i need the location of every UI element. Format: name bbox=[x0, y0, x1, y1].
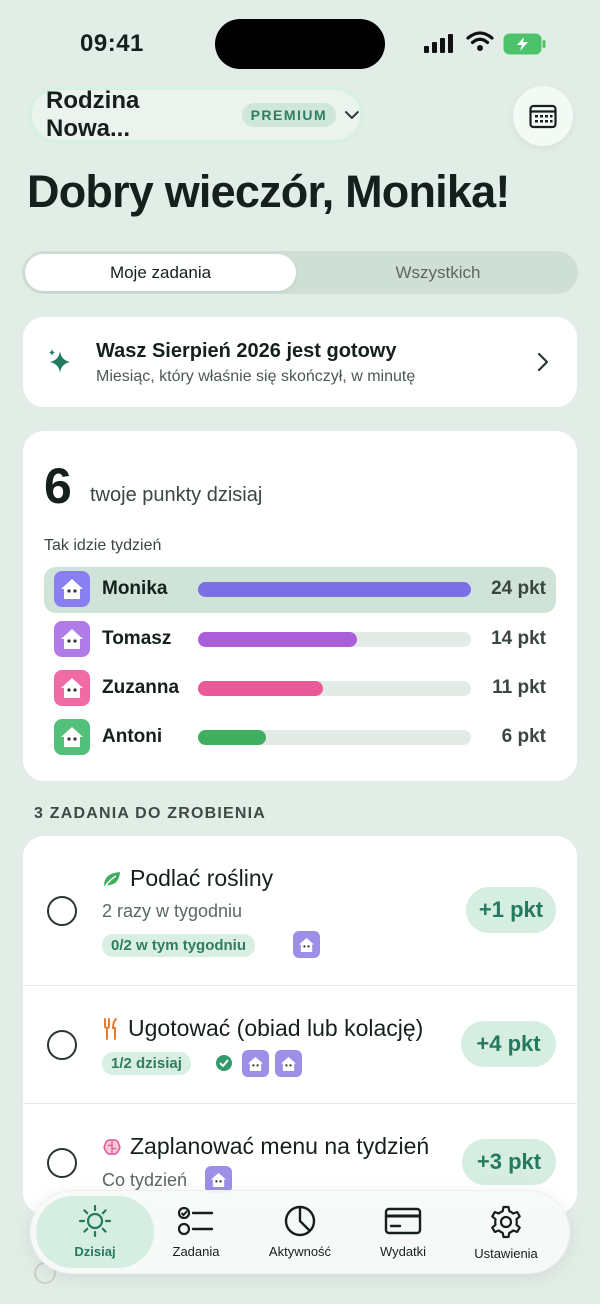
tab-label: Dzisiaj bbox=[74, 1244, 116, 1259]
gear-icon bbox=[491, 1205, 521, 1239]
task-subtitle: 2 razy w tygodniu bbox=[102, 901, 243, 921]
brain-icon bbox=[103, 1138, 121, 1155]
check-circle-icon bbox=[216, 1055, 232, 1071]
member-points: 24 pkt bbox=[491, 578, 546, 599]
pie-chart-icon bbox=[284, 1205, 316, 1237]
cellular-signal-icon bbox=[424, 34, 453, 53]
calendar-button[interactable] bbox=[513, 86, 573, 146]
member-row: Monika 24 pkt bbox=[54, 570, 546, 608]
tab-all[interactable]: Wszystkich bbox=[300, 254, 576, 291]
house-avatar-icon bbox=[280, 1056, 297, 1071]
avatar bbox=[293, 931, 320, 958]
tab-activity[interactable]: Aktywność bbox=[250, 1204, 350, 1259]
tab-label: Ustawienia bbox=[474, 1246, 538, 1261]
points-track bbox=[198, 680, 471, 696]
battery-charging-icon bbox=[503, 33, 546, 55]
member-points: 11 pkt bbox=[492, 677, 546, 698]
points-bar bbox=[198, 680, 323, 696]
member-points: 6 pkt bbox=[501, 726, 546, 747]
member-name: Tomasz bbox=[102, 628, 172, 649]
house-avatar-icon bbox=[61, 727, 83, 747]
tab-expenses[interactable]: Wydatki bbox=[353, 1204, 453, 1259]
house-avatar-icon bbox=[298, 937, 315, 952]
tab-label: Wydatki bbox=[379, 1244, 427, 1259]
points-track bbox=[198, 729, 471, 745]
avatar bbox=[54, 670, 90, 706]
tasks-section-title: 3 ZADANIA DO ZROBIENIA bbox=[34, 805, 267, 822]
task-progress-tag: 0/2 w tym tygodniu bbox=[102, 934, 256, 957]
checklist-icon bbox=[177, 1206, 214, 1236]
member-name: Monika bbox=[102, 578, 168, 599]
house-avatar-icon bbox=[247, 1056, 264, 1071]
chevron-right-icon bbox=[537, 352, 549, 372]
member-row: Tomasz 14 pkt bbox=[54, 620, 546, 658]
greeting-title: Dobry wieczór, Monika! bbox=[27, 166, 510, 217]
sparkle-icon bbox=[49, 349, 70, 373]
wallet-icon bbox=[384, 1207, 422, 1235]
premium-badge: PREMIUM bbox=[241, 103, 337, 127]
avatar bbox=[242, 1050, 269, 1077]
task-points-pill: +3 pkt bbox=[462, 1139, 556, 1185]
avatar bbox=[275, 1050, 302, 1077]
member-row: Antoni 6 pkt bbox=[54, 718, 546, 756]
member-name: Zuzanna bbox=[102, 677, 180, 698]
status-time: 09:41 bbox=[80, 30, 144, 57]
tab-today[interactable]: Dzisiaj bbox=[45, 1204, 145, 1259]
avatar bbox=[54, 719, 90, 755]
task-title: Podlać rośliny bbox=[102, 865, 273, 892]
task-checkbox[interactable] bbox=[47, 896, 77, 926]
family-name: Rodzina Nowa... bbox=[46, 87, 140, 142]
task-points-pill: +1 pkt bbox=[466, 887, 556, 933]
fork-knife-icon bbox=[104, 1017, 117, 1040]
member-name: Antoni bbox=[102, 726, 163, 747]
avatar bbox=[54, 571, 90, 607]
house-avatar-icon bbox=[61, 629, 83, 649]
task-title: Ugotować (obiad lub kolację) bbox=[102, 1015, 423, 1042]
points-track bbox=[198, 581, 471, 597]
house-avatar-icon bbox=[61, 678, 83, 698]
task-divider bbox=[22, 985, 578, 986]
sun-icon bbox=[78, 1204, 112, 1238]
task-title: Zaplanować menu na tydzień bbox=[102, 1133, 429, 1160]
task-subtitle: Co tydzień bbox=[102, 1170, 188, 1190]
points-bar bbox=[198, 631, 357, 647]
summary-subtitle: Miesiąc, który właśnie się skończył, w m… bbox=[96, 368, 416, 385]
tab-label: Zadania bbox=[172, 1244, 220, 1259]
tab-my-tasks[interactable]: Moje zadania bbox=[25, 254, 296, 291]
points-value: 6 bbox=[44, 458, 72, 514]
points-bar bbox=[198, 581, 471, 597]
points-bar bbox=[198, 729, 266, 745]
house-avatar-icon bbox=[61, 579, 83, 599]
summary-title: Wasz Sierpień 2026 jest gotowy bbox=[96, 340, 397, 362]
wifi-icon bbox=[466, 31, 494, 51]
chevron-down-icon bbox=[345, 111, 360, 119]
tab-tasks[interactable]: Zadania bbox=[146, 1204, 246, 1259]
task-progress-tag: 1/2 dzisiaj bbox=[102, 1052, 191, 1075]
member-row: Zuzanna 11 pkt bbox=[54, 669, 546, 707]
family-selector[interactable]: Rodzina Nowa... PREMIUM bbox=[28, 86, 364, 144]
week-label: Tak idzie tydzień bbox=[44, 537, 162, 554]
house-avatar-icon bbox=[210, 1172, 227, 1187]
avatar bbox=[54, 621, 90, 657]
leaf-icon bbox=[104, 871, 120, 886]
tab-label: Aktywność bbox=[268, 1244, 332, 1259]
calendar-icon bbox=[529, 104, 557, 129]
task-checkbox[interactable] bbox=[47, 1030, 77, 1060]
points-track bbox=[198, 631, 471, 647]
task-divider bbox=[22, 1103, 578, 1104]
tab-settings[interactable]: Ustawienia bbox=[456, 1204, 556, 1261]
dynamic-island bbox=[215, 19, 385, 69]
points-label: twoje punkty dzisiaj bbox=[90, 484, 263, 506]
task-checkbox[interactable] bbox=[47, 1148, 77, 1178]
task-points-pill: +4 pkt bbox=[461, 1021, 556, 1067]
avatar bbox=[205, 1166, 232, 1193]
member-points: 14 pkt bbox=[491, 628, 546, 649]
